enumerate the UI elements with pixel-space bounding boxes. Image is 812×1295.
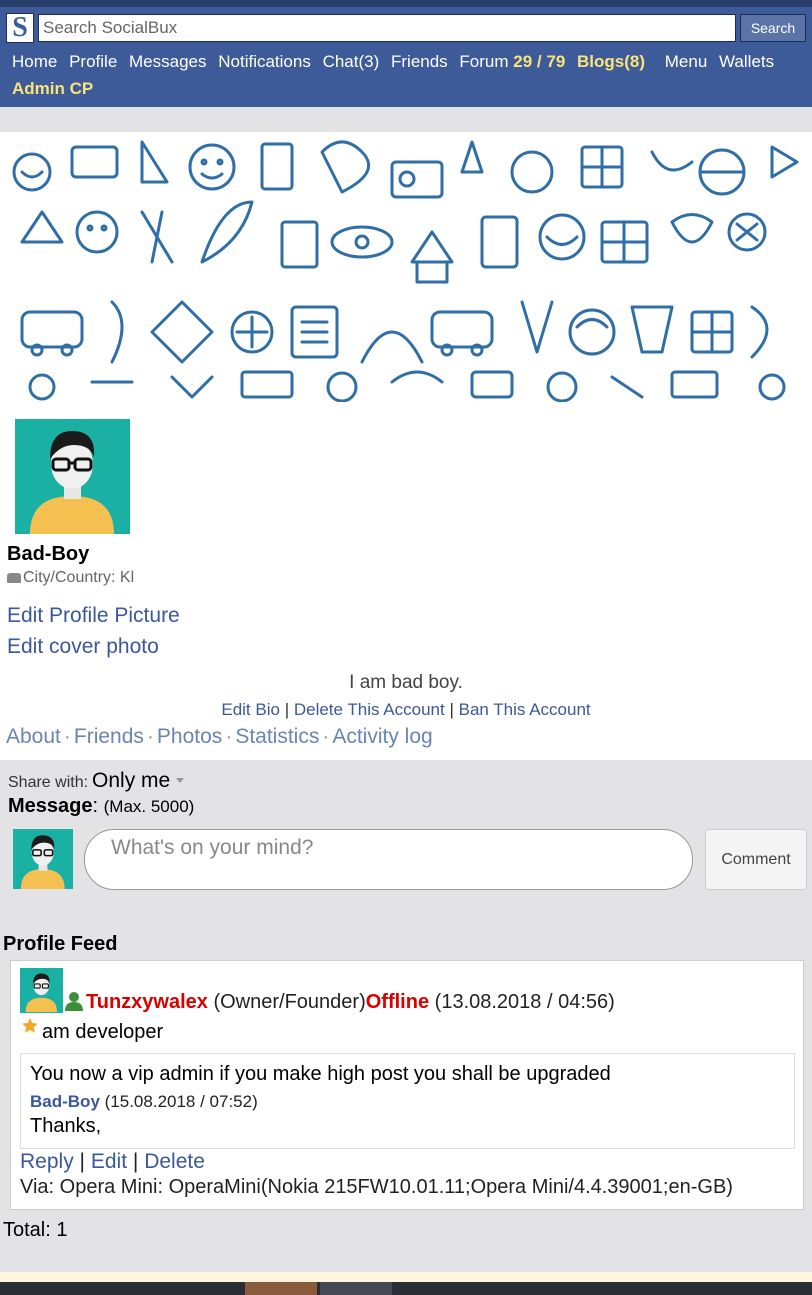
separator: ·: [63, 725, 71, 748]
tab-photos[interactable]: Photos: [157, 725, 222, 748]
post-author-status: Offline: [365, 991, 430, 1013]
profile-name: Bad-Boy: [7, 543, 90, 565]
separator: |: [449, 700, 454, 719]
nav-forum-count[interactable]: 29 / 79: [513, 52, 565, 71]
comment-meta: Bad-Boy (15.08.2018 / 07:52): [30, 1092, 258, 1112]
nav-menu[interactable]: Menu: [665, 52, 708, 71]
post-actions: Reply | Edit | Delete: [20, 1150, 205, 1174]
edit-profile-picture-link[interactable]: Edit Profile Picture: [7, 604, 180, 628]
separator: ·: [146, 725, 154, 748]
nav-wallets[interactable]: Wallets: [719, 52, 774, 71]
site-logo[interactable]: S: [6, 13, 34, 43]
delete-link[interactable]: Delete: [144, 1150, 205, 1173]
message-label: Message: (Max. 5000): [8, 795, 195, 817]
edit-cover-photo-link[interactable]: Edit cover photo: [7, 635, 159, 659]
share-label: Share with:: [8, 774, 89, 791]
post-body: am developer: [42, 1021, 164, 1043]
tab-friends[interactable]: Friends: [74, 725, 144, 748]
composer-avatar: [13, 829, 73, 889]
edit-bio-link[interactable]: Edit Bio: [221, 700, 280, 719]
nav-notifications[interactable]: Notifications: [218, 52, 311, 71]
doodle-pattern-image: [2, 132, 810, 402]
location-text: City/Country: Kl: [23, 569, 135, 586]
separator: ·: [225, 725, 233, 748]
feed-total: Total: 1: [3, 1219, 68, 1241]
post-author-role: (Owner/Founder): [213, 991, 366, 1013]
feed-post: Tunzxywalex (Owner/Founder)Offline (13.0…: [10, 960, 804, 1210]
nav-chat[interactable]: Chat(3): [323, 52, 380, 71]
separator: |: [284, 700, 290, 719]
nav-admin-cp[interactable]: Admin CP: [12, 79, 93, 98]
reply-link[interactable]: Reply: [20, 1150, 74, 1173]
profile-avatar[interactable]: [15, 419, 130, 534]
profile-card: Bad-Boy City/Country: Kl Edit Profile Pi…: [0, 132, 812, 760]
post-composer-input[interactable]: [84, 829, 693, 890]
post-comment: You now a vip admin if you make high pos…: [20, 1053, 795, 1149]
search-input[interactable]: [38, 14, 736, 42]
comment-text: You now a vip admin if you make high pos…: [30, 1063, 611, 1085]
message-max: (Max. 5000): [103, 797, 195, 816]
edit-link[interactable]: Edit: [91, 1150, 127, 1173]
share-with-selector[interactable]: Share with: Only me: [8, 769, 185, 793]
main-nav: Home Profile Messages Notifications Chat…: [12, 48, 802, 102]
avatar-image: [15, 419, 130, 534]
taskbar: [0, 1282, 812, 1295]
taskbar-item[interactable]: [245, 1282, 317, 1295]
nav-forum[interactable]: Forum: [459, 52, 508, 71]
user-icon: [65, 992, 83, 1011]
comment-reply: Thanks,: [30, 1115, 102, 1137]
feed-title: Profile Feed: [3, 933, 118, 955]
comment-button[interactable]: Comment: [705, 829, 807, 890]
comment-timestamp: (15.08.2018 / 07:52): [104, 1092, 258, 1111]
tab-statistics[interactable]: Statistics: [235, 725, 319, 748]
top-navigation-bar: S Search Home Profile Messages Notificat…: [0, 0, 812, 107]
chevron-down-icon[interactable]: [176, 778, 185, 783]
delete-account-link[interactable]: Delete This Account: [294, 700, 445, 719]
post-via: Via: Opera Mini: OperaMini(Nokia 215FW10…: [20, 1176, 733, 1198]
comment-author-link[interactable]: Bad-Boy: [30, 1092, 100, 1111]
avatar-image: [20, 969, 63, 1012]
nav-messages[interactable]: Messages: [129, 52, 206, 71]
cover-photo: [2, 132, 810, 402]
nav-profile[interactable]: Profile: [69, 52, 117, 71]
bio-actions: Edit Bio | Delete This Account | Ban Thi…: [0, 700, 812, 720]
taskbar-item[interactable]: [320, 1282, 392, 1295]
profile-bio: I am bad boy.: [349, 672, 463, 693]
post-timestamp: (13.08.2018 / 04:56): [434, 991, 615, 1013]
nav-friends[interactable]: Friends: [391, 52, 448, 71]
nav-forum-group: Forum 29 / 79: [459, 52, 565, 71]
star-icon: [22, 1018, 38, 1033]
post-author-avatar[interactable]: [20, 968, 63, 1013]
tab-about[interactable]: About: [6, 725, 61, 748]
ban-account-link[interactable]: Ban This Account: [459, 700, 591, 719]
nav-home[interactable]: Home: [12, 52, 57, 71]
separator: ·: [322, 725, 330, 748]
nav-blogs[interactable]: Blogs(8): [577, 52, 645, 71]
post-author-link[interactable]: Tunzxywalex: [86, 991, 208, 1013]
search-button[interactable]: Search: [740, 14, 806, 42]
separator: |: [79, 1150, 86, 1173]
car-icon: [7, 573, 21, 583]
message-label-text: Message: [8, 795, 93, 817]
profile-tabs: About · Friends · Photos · Statistics · Activity…: [6, 725, 433, 749]
profile-location: City/Country: Kl: [7, 569, 134, 587]
avatar-image: [13, 829, 73, 889]
separator: |: [132, 1150, 139, 1173]
post-header: Tunzxywalex (Owner/Founder)Offline (13.0…: [86, 991, 615, 1014]
tab-activity-log[interactable]: Activity log: [332, 725, 432, 748]
bottom-notice-strip: [0, 1272, 812, 1282]
share-value[interactable]: Only me: [92, 769, 170, 792]
